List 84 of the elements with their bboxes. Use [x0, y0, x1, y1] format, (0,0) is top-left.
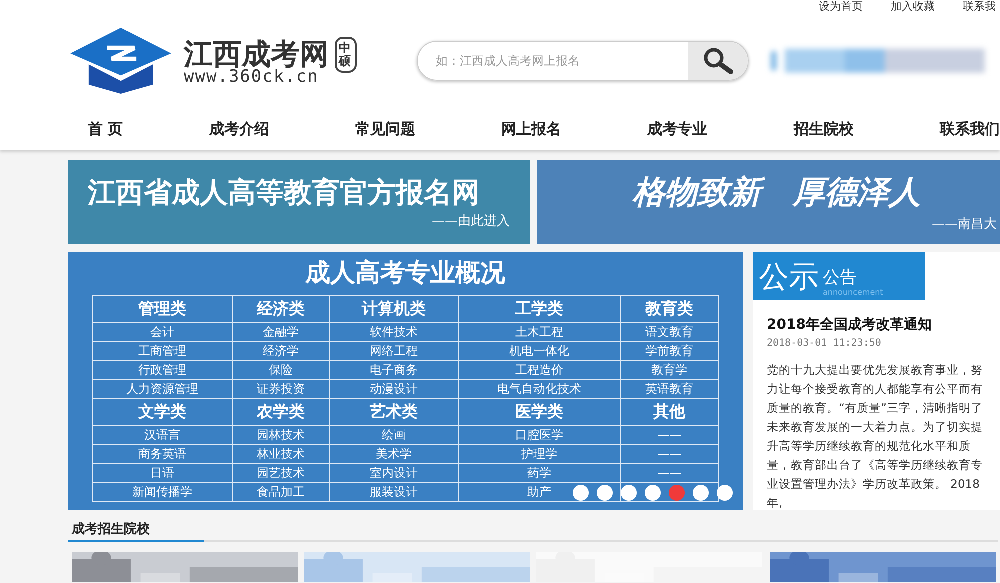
table-cell: 人力资源管理 — [92, 380, 232, 398]
table-cell: 金融学 — [232, 322, 330, 342]
table-cell: 林业技术 — [232, 444, 330, 464]
table-cell: 会计 — [92, 322, 232, 342]
nav-item[interactable]: 成考专业 — [648, 120, 708, 138]
table-cell: 口腔医学 — [458, 426, 621, 444]
table-cell: 服装设计 — [330, 482, 458, 502]
banner[interactable]: 格物致新 厚德泽人 ——南昌大 — [537, 160, 1000, 244]
nav-item[interactable]: 常见问题 — [355, 120, 416, 138]
top-link[interactable]: 设为首页 — [819, 0, 863, 14]
table-cell: 保险 — [232, 360, 330, 380]
site-badge: 中硕 — [335, 36, 357, 74]
nav-item[interactable]: 招生院校 — [794, 120, 854, 138]
search-field[interactable]: 如：江西成人高考网上报名 — [417, 41, 749, 81]
carousel-dot[interactable] — [573, 485, 589, 501]
search-button[interactable] — [688, 42, 748, 80]
table-header: 其他 — [620, 398, 718, 426]
nav-item[interactable]: 首 页 — [88, 120, 124, 138]
table-cell: 绘画 — [330, 426, 458, 444]
table-header: 农学类 — [232, 398, 330, 426]
notice-heading: 公示 — [759, 259, 819, 297]
nav-item[interactable]: 网上报名 — [502, 120, 562, 138]
carousel-dot[interactable] — [717, 485, 733, 501]
article-text: 党的十九大提出要优先发展教育事业，努力让每个接受教育的人都能享有公平而有质量的教育。“有质量”三字，清晰指明了未来教育发展的一大着力点。为了切实提升高等学历继续教育的规范化水平和质量，教育部出台了《高等学历继续教育专业设置管理办法》学历改革政策。 2018年, — [767, 362, 984, 510]
table-cell: 英语教育 — [620, 380, 718, 398]
banner-subtitle: ——由此进入 — [432, 213, 510, 230]
table-header: 管理类 — [92, 296, 232, 322]
notice-label: 公告 — [823, 268, 858, 288]
carousel-dot[interactable] — [621, 485, 637, 501]
table-cell: 工程造价 — [458, 360, 621, 380]
table-header: 教育类 — [620, 296, 718, 322]
table-cell: 药学 — [458, 464, 621, 482]
table-header: 经济类 — [232, 296, 330, 322]
table-cell: 教育学 — [620, 360, 718, 380]
table-cell: 行政管理 — [92, 360, 232, 380]
table-cell: 学前教育 — [620, 342, 718, 360]
table-cell: 软件技术 — [330, 322, 458, 342]
table-cell: 园林技术 — [232, 426, 330, 444]
carousel-dot[interactable] — [693, 485, 709, 501]
notice-label-english: announcement — [823, 288, 884, 297]
table-cell: 园艺技术 — [232, 464, 330, 482]
top-link[interactable]: 加入收藏 — [891, 0, 935, 14]
nav-item[interactable]: 联系我们 — [940, 120, 1000, 138]
table-cell: 机电一体化 — [458, 342, 621, 360]
table-cell: 电气自动化技术 — [458, 380, 621, 398]
table-cell: 新闻传播学 — [92, 482, 232, 502]
banner-title: 格物致新 厚德泽人 — [633, 172, 921, 213]
table-cell: 室内设计 — [330, 464, 458, 482]
article-title[interactable]: 2018年全国成考改革通知 — [767, 316, 999, 334]
table-header: 文学类 — [92, 398, 232, 426]
table-header: 艺术类 — [330, 398, 458, 426]
table-cell: 土木工程 — [458, 322, 621, 342]
banner[interactable]: 江西省成人高等教育官方报名网 ——由此进入 — [68, 160, 530, 244]
table-header: 计算机类 — [330, 296, 458, 322]
banner-title: 江西省成人高等教育官方报名网 — [88, 175, 480, 211]
slide-title: 成人高考专业概况 — [304, 257, 506, 289]
table-cell: 汉语言 — [92, 426, 232, 444]
carousel-dot[interactable] — [645, 485, 661, 501]
carousel-dot[interactable] — [597, 485, 613, 501]
table-cell: 商务英语 — [92, 444, 232, 464]
mortarboard-logo-icon — [68, 28, 174, 94]
table-header: 工学类 — [458, 296, 621, 322]
nav-item[interactable]: 成考介绍 — [209, 120, 270, 138]
table-cell: —— — [620, 444, 718, 464]
banner-subtitle: ——南昌大 — [932, 216, 997, 233]
table-cell: 工商管理 — [92, 342, 232, 360]
top-link[interactable]: 联系我 — [963, 0, 996, 14]
table-cell: 日语 — [92, 464, 232, 482]
table-cell: 证券投资 — [232, 380, 330, 398]
table-cell: 电子商务 — [330, 360, 458, 380]
table-cell: 网络工程 — [330, 342, 458, 360]
table-header: 医学类 — [458, 398, 621, 426]
site-url: www.360ck.cn — [184, 67, 319, 87]
section-title: 成考招生院校 — [68, 520, 204, 542]
carousel-dot[interactable] — [669, 485, 685, 501]
table-cell: 美术学 — [330, 444, 458, 464]
table-cell: 语文教育 — [620, 322, 718, 342]
table-cell: 动漫设计 — [330, 380, 458, 398]
table-cell: 食品加工 — [232, 482, 330, 502]
table-cell: 护理学 — [458, 444, 621, 464]
table-cell: —— — [620, 464, 718, 482]
table-cell: —— — [620, 426, 718, 444]
article-time: 2018-03-01 11:23:50 — [767, 338, 882, 349]
table-cell: 经济学 — [232, 342, 330, 360]
